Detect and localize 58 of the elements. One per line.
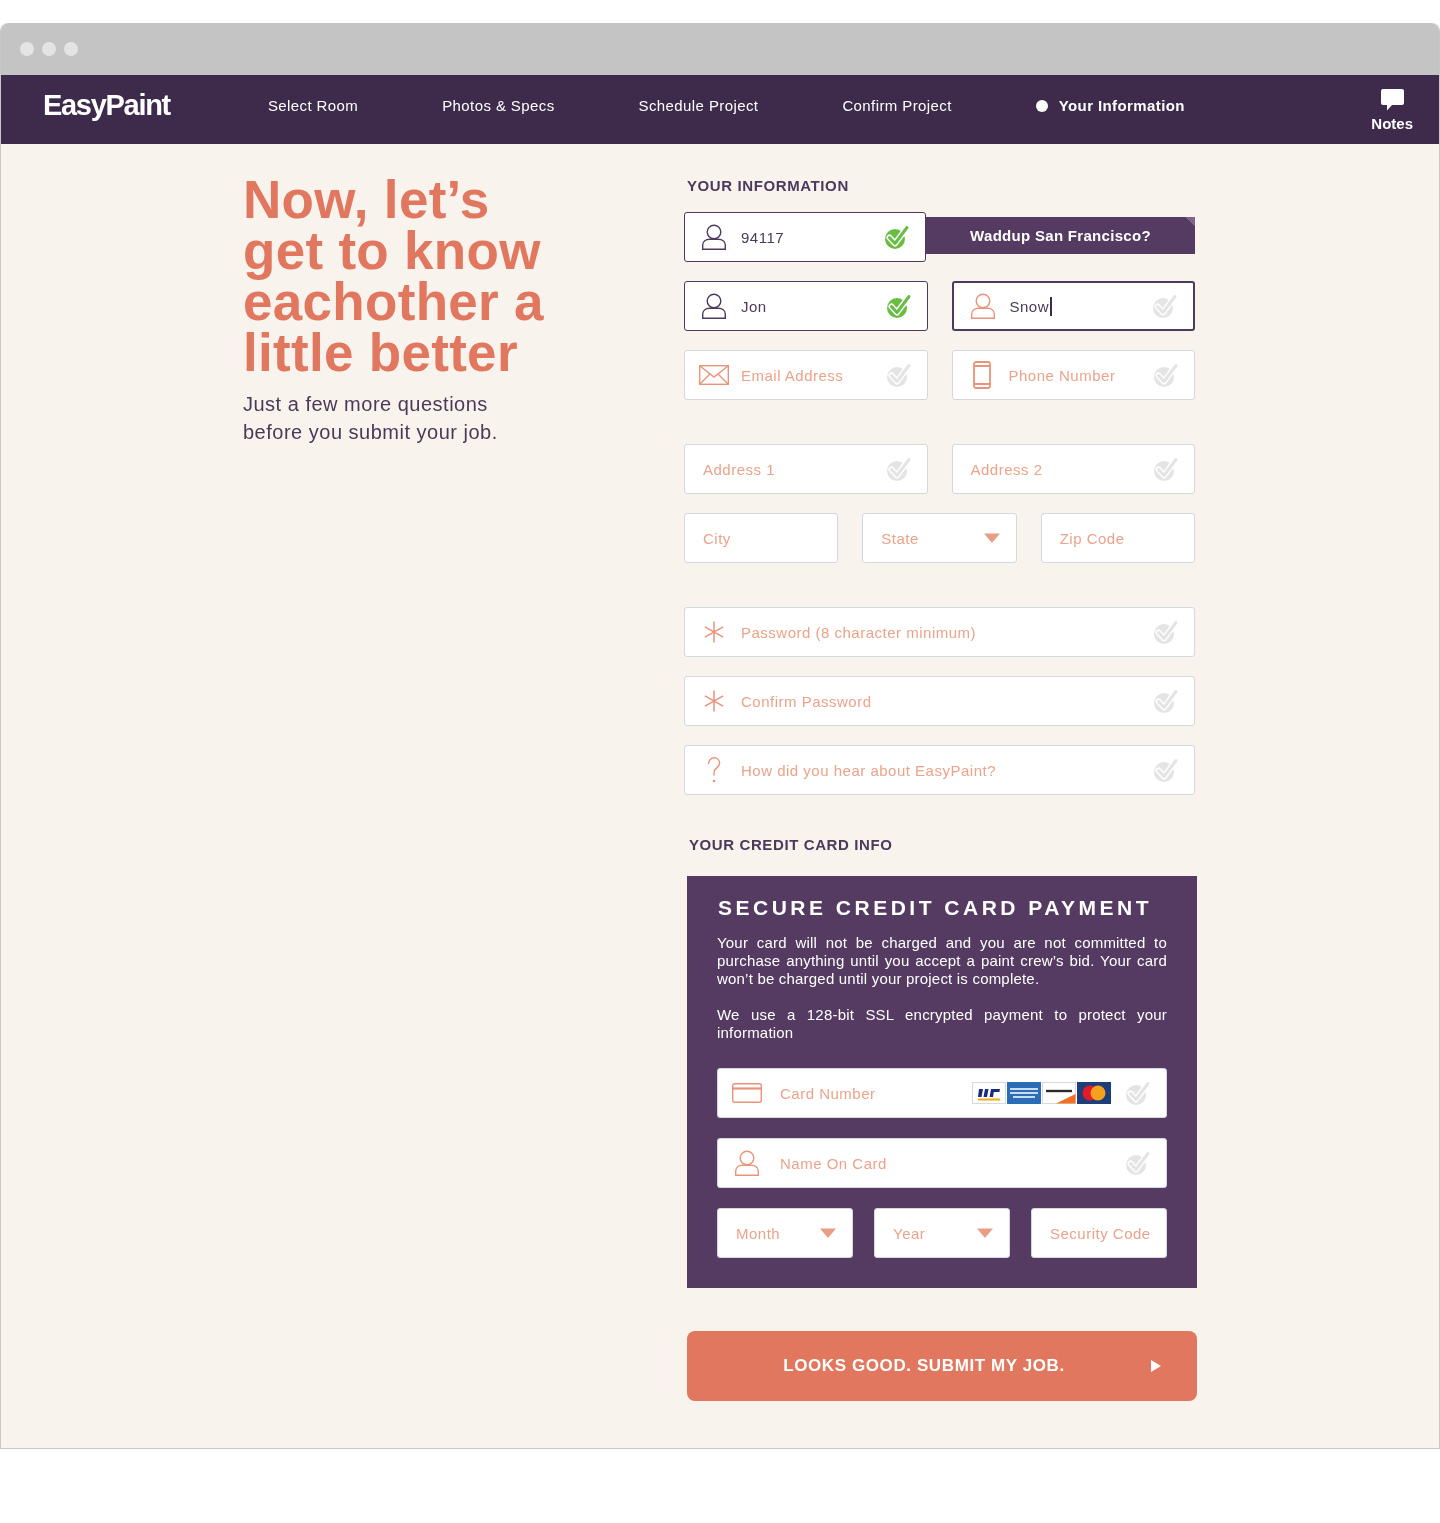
chat-bubble-icon [1380,89,1404,111]
year-dropdown[interactable]: Year [874,1208,1010,1258]
section-title: YOUR CREDIT CARD INFO [689,836,894,854]
address-field[interactable]: Address 2 [951,444,1195,494]
intro-text: Just a few more questions before you submit your job. [243,392,499,445]
zip-code-field[interactable]: 94117 [684,212,926,262]
asterisk-icon [703,621,725,643]
state-dropdown[interactable]: State [862,513,1017,563]
greeting-tooltip: Waddup San Francisco? [926,217,1195,254]
name-field[interactable]: Jon [684,281,928,331]
envelope-icon [699,365,729,385]
cardholder-name-field[interactable]: Name On Card [717,1138,1167,1188]
notes-button[interactable]: Notes [1371,89,1413,132]
nav-step-link[interactable]: Schedule Project [638,97,759,114]
credit-card-icon [732,1083,762,1103]
password-field[interactable]: Password (8 character minimum) [684,607,1195,657]
card-logo-icon [1007,1082,1041,1104]
city-field[interactable]: City [684,513,839,563]
card-logo-icon [1042,1082,1076,1104]
person-icon [702,293,726,319]
window-dot-icon [42,42,56,56]
text-cursor [1050,296,1052,316]
page-heading: Now, let’s get to know eachother a little better [243,174,545,378]
logo[interactable]: EasyPaint [43,89,170,122]
window-dot-icon [20,42,34,56]
dot-icon [1035,99,1048,112]
person-icon [735,1150,759,1176]
month-dropdown[interactable]: Month [717,1208,853,1258]
nav-step-link[interactable]: Confirm Project [842,97,952,114]
card-logo-icon [1077,1082,1111,1104]
asterisk-icon [703,690,725,712]
question-mark-icon [707,757,721,783]
person-icon [970,293,995,319]
card-number-field[interactable]: Card Number [717,1068,1167,1118]
address-field[interactable]: Address 1 [684,444,928,494]
name-field[interactable]: Snow [951,281,1195,331]
email-field[interactable]: Email Address [684,350,928,400]
phone-field[interactable]: Phone Number [951,350,1195,400]
window-dot-icon [64,42,78,56]
referral-source-field[interactable]: How did you hear about EasyPaint? [684,745,1195,795]
password-field[interactable]: Confirm Password [684,676,1195,726]
card-logo-icon [972,1082,1006,1104]
nav-step-link[interactable]: Select Room [267,97,359,114]
payment-notice: We use a 128-bit SSL encrypted payment to protect your information [717,1006,1167,1042]
phone-icon [972,361,991,389]
dropdown-caret-icon [819,1228,837,1238]
nav-step-link[interactable]: Photos & Specs [442,97,555,114]
submit-button[interactable]: LOOKS GOOD. SUBMIT MY JOB. [687,1331,1197,1401]
dropdown-caret-icon [982,533,1001,543]
panel-title: SECURE CREDIT CARD PAYMENT [718,896,1154,920]
nav-step-link[interactable]: Your Information [1035,97,1185,114]
dropdown-caret-icon [976,1228,994,1238]
person-icon [702,224,726,250]
caret-right-icon [1151,1360,1161,1372]
zip-code-field[interactable]: Zip Code [1040,513,1195,563]
section-title: YOUR INFORMATION [687,177,850,195]
security-code-field[interactable]: Security Code [1031,1208,1167,1258]
payment-notice: Your card will not be charged and you are not committed to purchase anything until you accept a paint crew’s bid. Your card won’t be charged until your project is complete. [717,934,1167,988]
